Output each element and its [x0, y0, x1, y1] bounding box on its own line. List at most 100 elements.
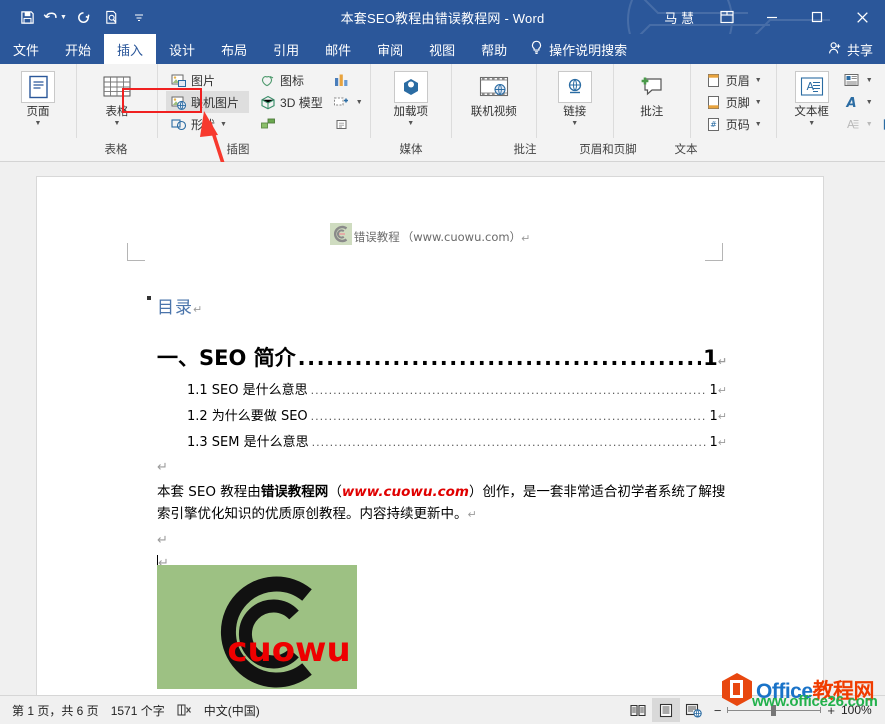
customize-quick-access-toolbar-icon[interactable]	[126, 4, 152, 30]
word-count[interactable]: 1571 个字	[111, 702, 165, 719]
read-mode-view-button[interactable]	[624, 698, 652, 722]
print-preview-icon[interactable]	[98, 4, 124, 30]
toc-heading-leader: ........................................…	[297, 346, 702, 370]
ribbon-group-tables: 表格 ▼	[76, 64, 157, 138]
toc-entry-leader: ........................................…	[311, 436, 707, 449]
tab-help[interactable]: 帮助	[468, 34, 520, 64]
text-small-grid: ▼ ▼ A ▼	[841, 67, 885, 135]
textbox-button[interactable]: A 文本框 ▼	[787, 67, 837, 128]
shapes-label: 形状	[191, 117, 216, 132]
shapes-dropdown-icon[interactable]: ▼	[220, 121, 227, 128]
account-name[interactable]: 马 慧	[664, 8, 694, 27]
comment-label: 批注	[640, 106, 664, 118]
online-picture-button[interactable]: 联机图片	[166, 91, 250, 113]
pages-dropdown-icon[interactable]: ▼	[35, 120, 42, 128]
header-dropdown-icon[interactable]: ▼	[755, 77, 762, 84]
tab-mailings[interactable]: 邮件	[312, 34, 364, 64]
online-video-button[interactable]: 联机视频	[464, 67, 524, 119]
tab-home[interactable]: 开始	[52, 34, 104, 64]
undo-icon[interactable]: ▼	[42, 4, 68, 30]
group-label-media: 媒体	[399, 144, 423, 156]
addins-dropdown-icon[interactable]: ▼	[407, 120, 414, 128]
tab-file[interactable]: 文件	[0, 34, 52, 64]
pilcrow: ↵	[717, 384, 727, 397]
web-layout-view-button[interactable]	[680, 698, 708, 722]
tab-review[interactable]: 审阅	[364, 34, 416, 64]
3d-model-label: 3D 模型	[280, 95, 323, 110]
page-indicator[interactable]: 第 1 页，共 6 页	[12, 702, 99, 719]
new-comment-icon	[635, 71, 669, 103]
text-object-icon[interactable]	[331, 114, 353, 134]
smartart-button[interactable]	[255, 113, 327, 135]
maximize-icon[interactable]	[794, 0, 839, 34]
table-dropdown-icon[interactable]: ▼	[114, 120, 121, 128]
close-icon[interactable]	[839, 0, 885, 34]
toc-entry-text: 1.1 SEO 是什么意思	[187, 383, 308, 398]
page-number-button[interactable]: # 页码 ▼	[701, 113, 766, 135]
ribbon-tabs: 文件 开始 插入 设计 布局 引用 邮件 审阅 视图 帮助 操作说明搜索 共享	[0, 34, 885, 64]
signature-line-icon[interactable]	[882, 70, 885, 90]
icons-button[interactable]: 图标	[255, 69, 327, 91]
save-icon[interactable]	[14, 4, 40, 30]
cuowu-logo-image[interactable]: cuowu	[157, 565, 357, 689]
comment-button[interactable]: 批注	[626, 67, 678, 119]
paragraph-url[interactable]: www.cuowu.com	[342, 484, 469, 500]
header-label: 页眉	[725, 73, 750, 88]
quick-parts-icon[interactable]	[841, 70, 863, 90]
shapes-button[interactable]: 形状 ▼	[166, 113, 249, 135]
print-layout-view-button[interactable]	[651, 698, 680, 722]
document-canvas[interactable]: 错误教程 （www.cuowu.com） ↵ 目录↵ 一、SEO 简介 ....…	[0, 162, 885, 695]
illustration-extra-row	[331, 113, 364, 135]
ribbon-group-labels: 表格 插图 媒体 批注 页眉和页脚 文本	[0, 138, 885, 234]
screenshot-icon[interactable]	[331, 92, 353, 112]
object-icon[interactable]	[882, 114, 885, 134]
tab-view[interactable]: 视图	[416, 34, 468, 64]
paragraph-site-bold: 错误教程网	[260, 483, 329, 500]
wordart-dropdown-icon[interactable]: ▼	[865, 99, 874, 106]
tab-references[interactable]: 引用	[260, 34, 312, 64]
addins-icon	[393, 71, 428, 103]
textbox-dropdown-icon[interactable]: ▼	[808, 120, 815, 128]
addins-button[interactable]: 加载项 ▼	[385, 67, 437, 128]
share-button[interactable]: 共享	[828, 34, 873, 64]
screenshot-dropdown-icon[interactable]: ▼	[355, 99, 364, 106]
margin-mark-top-right	[705, 243, 723, 261]
language-indicator[interactable]: 中文(中国)	[204, 702, 260, 719]
header-button[interactable]: 页眉 ▼	[701, 69, 766, 91]
table-button[interactable]: 表格 ▼	[91, 67, 143, 128]
footer-dropdown-icon[interactable]: ▼	[755, 99, 762, 106]
quick-parts-dropdown-icon[interactable]: ▼	[865, 77, 874, 84]
drop-cap-icon[interactable]: A	[841, 114, 863, 134]
tab-layout[interactable]: 布局	[208, 34, 260, 64]
textbox-label: 文本框	[794, 106, 829, 118]
wordart-icon[interactable]: A	[841, 92, 863, 112]
footer-button[interactable]: 页脚 ▼	[701, 91, 766, 113]
share-person-icon	[828, 41, 842, 58]
drop-cap-dropdown-icon[interactable]: ▼	[865, 121, 874, 128]
pages-button[interactable]: 页面 ▼	[12, 67, 64, 128]
link-dropdown-icon[interactable]: ▼	[571, 120, 578, 128]
page-number-dropdown-icon[interactable]: ▼	[755, 121, 762, 128]
document-header[interactable]: 错误教程 （www.cuowu.com） ↵	[37, 223, 823, 245]
link-button[interactable]: 链接 ▼	[549, 67, 601, 128]
minimize-icon[interactable]	[749, 0, 794, 34]
model-3d-button[interactable]: 3D 模型	[255, 91, 327, 113]
redo-icon[interactable]	[70, 4, 96, 30]
proofing-errors-icon[interactable]	[177, 703, 192, 717]
toc-entry-leader: ........................................…	[310, 384, 707, 397]
document-page[interactable]: 错误教程 （www.cuowu.com） ↵ 目录↵ 一、SEO 简介 ....…	[37, 177, 823, 695]
paragraph-lead: 本套 SEO 教程由	[157, 483, 261, 500]
chart-icon[interactable]	[331, 70, 353, 90]
title-bar-right: 马 慧	[664, 0, 885, 34]
group-label-text: 文本	[674, 144, 698, 156]
tab-design[interactable]: 设计	[156, 34, 208, 64]
ribbon-display-options-icon[interactable]	[704, 0, 749, 34]
tell-me-search[interactable]: 操作说明搜索	[520, 34, 637, 64]
picture-button[interactable]: 图片	[166, 69, 249, 91]
date-time-icon[interactable]	[882, 92, 885, 112]
undo-dropdown-icon[interactable]: ▼	[60, 14, 67, 21]
document-body[interactable]: 目录↵ 一、SEO 简介 ...........................…	[147, 293, 727, 598]
tab-insert[interactable]: 插入	[104, 34, 157, 64]
zoom-out-button[interactable]: −	[714, 703, 722, 718]
toc-entry-page: 1	[709, 409, 718, 424]
